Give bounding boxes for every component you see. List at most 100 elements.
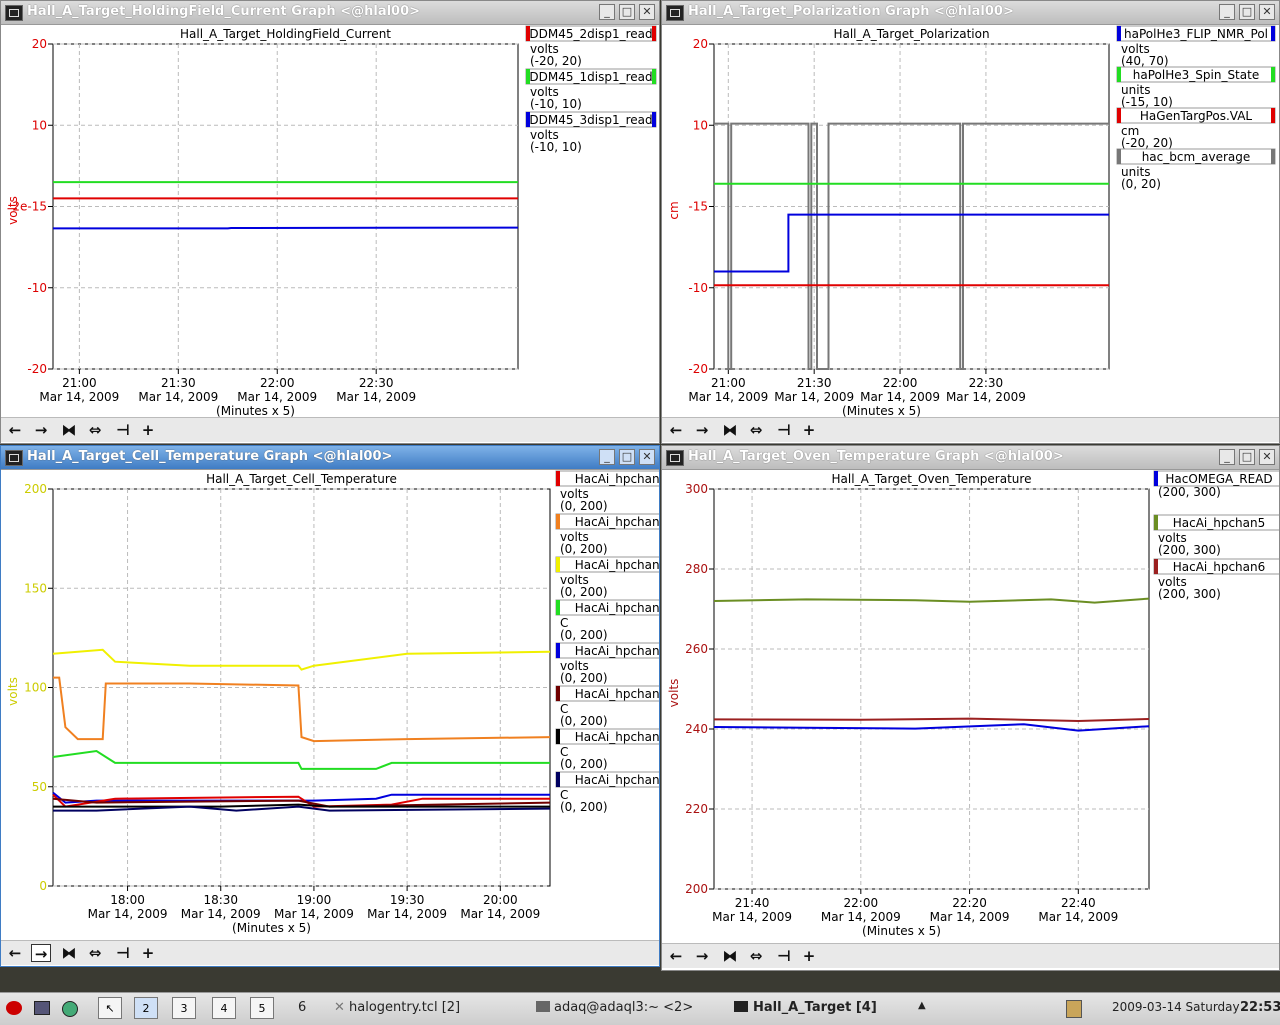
window-title: Hall_A_Target_Polarization Graph <@hlal0… [688, 4, 1014, 19]
maximize-button[interactable]: □ [619, 449, 635, 465]
fit-icon[interactable]: ⧓ [59, 944, 79, 962]
browser-icon[interactable] [62, 1001, 78, 1017]
y-tick-label: 200 [24, 482, 47, 496]
chart-area[interactable]: Hall_A_Target_HoldingField_Current20102e… [1, 24, 659, 417]
window-oven-temperature[interactable]: Hall_A_Target_Oven_Temperature Graph <@h… [661, 445, 1280, 971]
arrow-left-icon[interactable]: ← [5, 421, 25, 439]
workspace-4[interactable]: 4 [212, 997, 236, 1019]
x-tick-time: 22:30 [969, 376, 1004, 390]
minimize-button[interactable]: _ [1219, 4, 1235, 20]
close-button[interactable]: ✕ [639, 4, 655, 20]
window-polarization[interactable]: Hall_A_Target_Polarization Graph <@hlal0… [661, 0, 1280, 444]
legend-entry[interactable]: HacAi_hpchan2volts(0, 200) [555, 556, 659, 599]
window-titlebar[interactable]: Hall_A_Target_Cell_Temperature Graph <@h… [1, 446, 659, 470]
y-tick-label: 0 [39, 879, 47, 893]
minimize-button[interactable]: _ [1219, 449, 1235, 465]
plus-icon[interactable]: + [799, 421, 819, 439]
window-titlebar[interactable]: Hall_A_Target_Polarization Graph <@hlal0… [662, 1, 1279, 25]
legend-entry[interactable]: HacAi_hpchan0volts(0, 200) [555, 470, 659, 513]
legend-range: (-15, 10) [1121, 95, 1173, 109]
chart-area[interactable]: Hall_A_Target_Oven_Temperature 300 280 260 2… [662, 469, 1279, 944]
legend-entry[interactable]: HacAi_hpchan3C(0, 200) [555, 599, 659, 642]
window-cell-temperature[interactable]: Hall_A_Target_Cell_Temperature Graph <@h… [0, 445, 660, 967]
task-hall-a-target[interactable]: Hall_A_Target [4] [734, 1000, 877, 1015]
legend-entry[interactable]: HaGenTargPos.VALcm(-20, 20) [1116, 107, 1276, 150]
x-tick-date: Mar 14, 2009 [88, 907, 168, 921]
x-tick-date: Mar 14, 2009 [274, 907, 354, 921]
x-tick-time: 22:00 [883, 376, 918, 390]
legend-range: (0, 200) [560, 499, 608, 513]
minus-icon[interactable]: ⊣ [113, 421, 133, 439]
minimize-button[interactable]: _ [599, 449, 615, 465]
legend-entry[interactable]: DDM45_1disp1_readvolts(-10, 10) [525, 68, 657, 111]
legend-range: (200, 300) [1158, 587, 1221, 601]
workspace-5[interactable]: 5 [250, 997, 274, 1019]
minus-icon[interactable]: ⊣ [774, 421, 794, 439]
expand-icon[interactable]: ⇔ [746, 947, 766, 965]
arrow-left-icon[interactable]: ← [666, 947, 686, 965]
legend-entry[interactable]: haPolHe3_FLIP_NMR_Polvolts(40, 70) [1116, 25, 1276, 68]
film-icon [5, 5, 23, 21]
legend-entry[interactable]: DDM45_3disp1_readvolts(-10, 10) [525, 111, 657, 154]
legend-entry[interactable]: HacAi_hpchan8C(0, 200) [555, 728, 659, 771]
chart-area[interactable]: Hall_A_Target_Polarization2010-15-10-202… [662, 24, 1279, 417]
clipboard-icon[interactable] [1066, 1000, 1082, 1018]
window-holdingfield-current[interactable]: Hall_A_Target_HoldingField_Current Graph… [0, 0, 660, 444]
arrow-right-icon[interactable]: → [31, 421, 51, 439]
legend-name: HacAi_hpchan5 [1173, 516, 1266, 530]
arrow-right-icon[interactable]: → [31, 944, 51, 963]
x-tick-date: Mar 14, 2009 [774, 390, 854, 404]
expand-icon[interactable]: ⇔ [85, 944, 105, 962]
y-tick-label: 20 [32, 37, 47, 51]
maximize-button[interactable]: □ [1239, 4, 1255, 20]
monitor-icon[interactable] [34, 1001, 50, 1015]
y-tick-label: -10 [27, 281, 47, 295]
chart-area[interactable]: Hall_A_Target_Cell_Temperature 200 150 100 5… [1, 469, 659, 939]
arrow-left-icon[interactable]: ← [5, 944, 25, 962]
legend-entry[interactable]: HacAi_hpchan5volts(200, 300) [1153, 514, 1279, 557]
chevron-up-icon[interactable]: ▲ [918, 1000, 926, 1011]
close-button[interactable]: ✕ [1259, 449, 1275, 465]
minimize-button[interactable]: _ [599, 4, 615, 20]
fit-icon[interactable]: ⧓ [720, 947, 740, 965]
maximize-button[interactable]: □ [619, 4, 635, 20]
legend-entry[interactable]: HacAi_hpchan1volts(0, 200) [555, 513, 659, 556]
legend-entry[interactable]: HacAi_hpchan6volts(200, 300) [1153, 558, 1279, 601]
legend-entry[interactable]: haPolHe3_Spin_Stateunits(-15, 10) [1116, 66, 1276, 109]
plus-icon[interactable]: + [138, 944, 158, 962]
expand-icon[interactable]: ⇔ [85, 421, 105, 439]
legend-entry[interactable]: hac_bcm_averageunits(0, 20) [1116, 148, 1276, 191]
legend-entry[interactable]: HacAi_hpchan7C(0, 200) [555, 685, 659, 728]
legend-entry[interactable]: DDM45_2disp1_readvolts(-20, 20) [525, 25, 657, 68]
minus-icon[interactable]: ⊣ [113, 944, 133, 962]
task-terminal[interactable]: adaq@adaql3:~ <2> [536, 1000, 693, 1015]
close-button[interactable]: ✕ [639, 449, 655, 465]
workspace-1[interactable]: ↖ [98, 997, 122, 1019]
fit-icon[interactable]: ⧓ [720, 421, 740, 439]
plus-icon[interactable]: + [138, 421, 158, 439]
legend-range: (0, 200) [560, 585, 608, 599]
legend-entry[interactable]: HacAi_hpchan9C(0, 200) [555, 771, 659, 814]
workspace-2[interactable]: 2 [134, 997, 158, 1019]
window-titlebar[interactable]: Hall_A_Target_Oven_Temperature Graph <@h… [662, 446, 1279, 470]
arrow-right-icon[interactable]: → [692, 947, 712, 965]
legend-range: (0, 200) [560, 628, 608, 642]
y-tick-label: -10 [688, 281, 708, 295]
legend-entry[interactable]: HacOMEGA_READ(200, 300) [1153, 470, 1279, 499]
minus-icon[interactable]: ⊣ [774, 947, 794, 965]
plus-icon[interactable]: + [799, 947, 819, 965]
fit-icon[interactable]: ⧓ [59, 421, 79, 439]
window-titlebar[interactable]: Hall_A_Target_HoldingField_Current Graph… [1, 1, 659, 25]
arrow-left-icon[interactable]: ← [666, 421, 686, 439]
x-tick-date: Mar 14, 2009 [930, 910, 1010, 924]
redhat-menu-icon[interactable] [6, 1001, 22, 1015]
workspace-6[interactable]: 6 [298, 1000, 306, 1015]
task-halogentry[interactable]: ✕ halogentry.tcl [2] [334, 1000, 460, 1015]
arrow-right-icon[interactable]: → [692, 421, 712, 439]
close-button[interactable]: ✕ [1259, 4, 1275, 20]
expand-icon[interactable]: ⇔ [746, 421, 766, 439]
maximize-button[interactable]: □ [1239, 449, 1255, 465]
legend-entry[interactable]: HacAi_hpchan4volts(0, 200) [555, 642, 659, 685]
workspace-3[interactable]: 3 [172, 997, 196, 1019]
legend-swatch-left [1117, 108, 1121, 123]
